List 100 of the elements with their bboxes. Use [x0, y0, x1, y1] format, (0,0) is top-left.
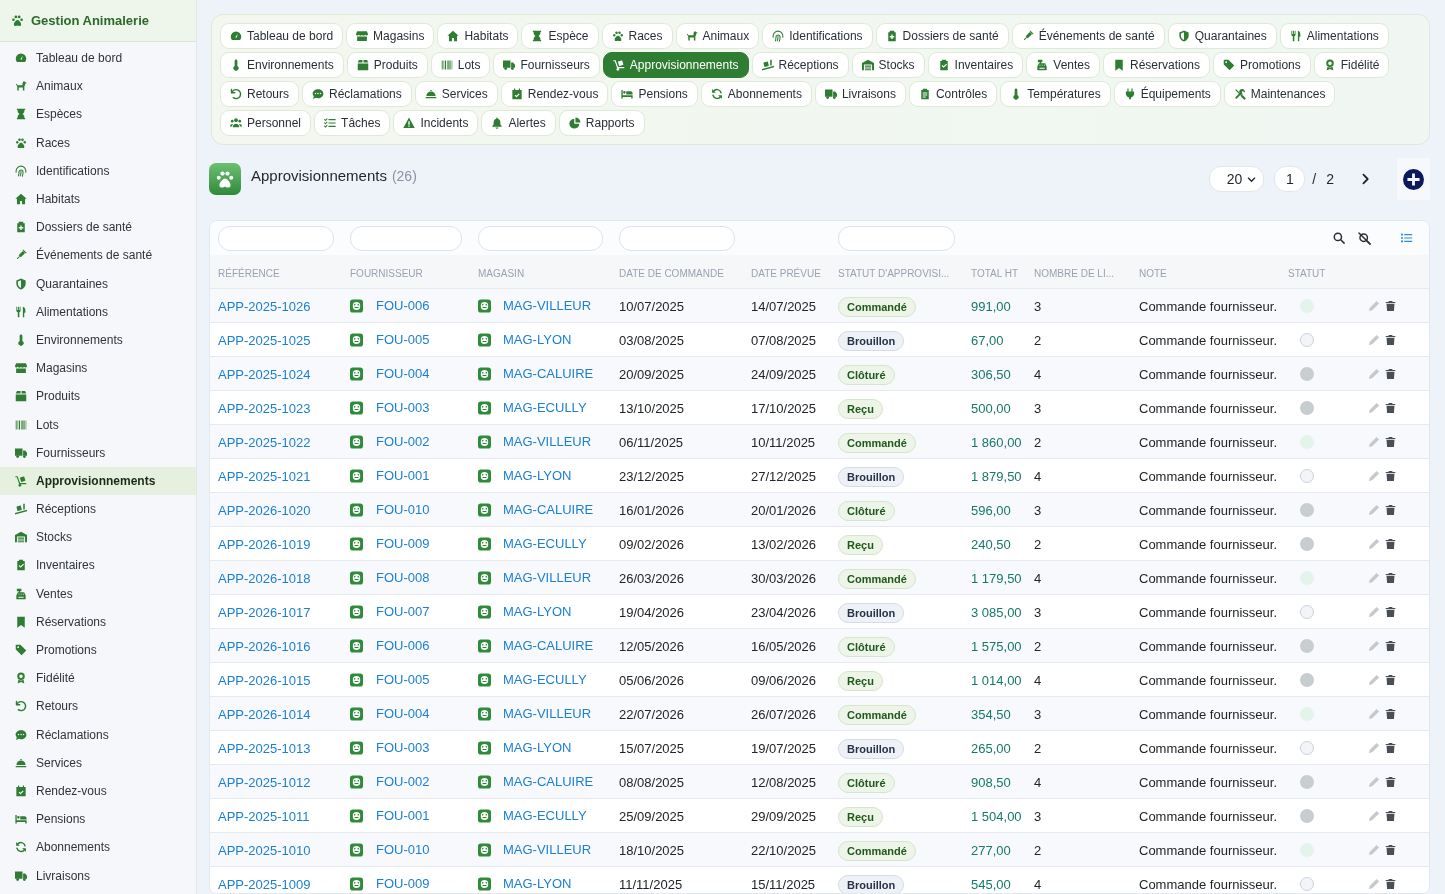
sidebar-item[interactable]: Approvisionnements [0, 466, 196, 495]
trash-icon[interactable] [1385, 605, 1396, 618]
module-tab[interactable]: Tableau de bord [220, 23, 344, 49]
filter-field[interactable] [838, 225, 955, 251]
module-tab[interactable]: Animaux [675, 23, 760, 49]
supplier-link[interactable]: FOU-006 [376, 295, 430, 316]
sidebar-item[interactable]: Pensions [0, 805, 196, 834]
sidebar-item[interactable]: Espèces [0, 100, 196, 129]
sidebar-item[interactable]: Fournisseurs [0, 438, 196, 467]
sidebar-item[interactable]: Retours [0, 692, 196, 721]
trash-icon[interactable] [1385, 435, 1396, 448]
supplier-link[interactable]: FOU-002 [376, 771, 430, 792]
store-link[interactable]: MAG-VILLEUR [503, 295, 592, 316]
reference-link[interactable]: APP-2026-1019 [218, 536, 311, 552]
module-tab[interactable]: Réservations [1103, 52, 1211, 78]
module-tab[interactable]: Espèce [521, 23, 599, 49]
supplier-link[interactable]: FOU-010 [376, 839, 430, 860]
module-tab[interactable]: Services [414, 81, 498, 107]
supplier-link[interactable]: FOU-004 [376, 363, 430, 384]
sidebar-item[interactable]: Réservations [0, 607, 196, 636]
trash-icon[interactable] [1385, 401, 1396, 414]
trash-icon[interactable] [1385, 571, 1396, 584]
sidebar-item[interactable]: Dossiers de santé [0, 213, 196, 242]
filter-field[interactable] [619, 225, 735, 251]
module-tab[interactable]: Environnements [220, 52, 344, 78]
module-tab[interactable]: Races [601, 23, 673, 49]
trash-icon[interactable] [1385, 741, 1396, 754]
supplier-link[interactable]: FOU-008 [376, 567, 430, 588]
sidebar-item[interactable]: Fidélité [0, 664, 196, 693]
module-tab[interactable]: Habitats [437, 23, 519, 49]
filter-field[interactable] [218, 225, 334, 251]
module-tab[interactable]: Ventes [1026, 52, 1100, 78]
supplier-link[interactable]: FOU-005 [376, 669, 430, 690]
trash-icon[interactable] [1385, 367, 1396, 380]
module-tab[interactable]: Événements de santé [1011, 23, 1165, 49]
store-link[interactable]: MAG-ECULLY [503, 669, 587, 690]
module-tab[interactable]: Retours [220, 81, 300, 107]
sidebar-item[interactable]: Stocks [0, 523, 196, 552]
search-icon[interactable] [1333, 232, 1345, 244]
reference-link[interactable]: APP-2026-1020 [218, 502, 311, 518]
supplier-link[interactable]: FOU-001 [376, 465, 430, 486]
sidebar-item[interactable]: Alimentations [0, 297, 196, 326]
sidebar-item[interactable]: Quarantaines [0, 269, 196, 298]
sidebar-item[interactable]: Abonnements [0, 833, 196, 862]
reference-link[interactable]: APP-2025-1024 [218, 366, 311, 382]
filter-field[interactable] [478, 225, 603, 251]
search-off-icon[interactable] [1358, 231, 1371, 245]
module-tab[interactable]: Pensions [611, 81, 698, 107]
supplier-link[interactable]: FOU-003 [376, 397, 430, 418]
trash-icon[interactable] [1385, 707, 1396, 720]
reference-link[interactable]: APP-2025-1023 [218, 400, 311, 416]
trash-icon[interactable] [1385, 537, 1396, 550]
reference-link[interactable]: APP-2026-1016 [218, 638, 311, 654]
supplier-link[interactable]: FOU-009 [376, 533, 430, 554]
trash-icon[interactable] [1385, 639, 1396, 652]
module-tab[interactable]: Températures [1000, 81, 1111, 107]
module-tab[interactable]: Magasins [346, 23, 435, 49]
filter-field[interactable] [350, 225, 462, 251]
supplier-link[interactable]: FOU-001 [376, 805, 430, 826]
sidebar-item[interactable]: Races [0, 128, 196, 157]
sidebar-item[interactable]: Services [0, 748, 196, 777]
trash-icon[interactable] [1385, 673, 1396, 686]
trash-icon[interactable] [1385, 299, 1396, 312]
trash-icon[interactable] [1385, 877, 1396, 890]
store-link[interactable]: MAG-LYON [503, 329, 572, 350]
module-tab[interactable]: Personnel [220, 110, 312, 136]
module-tab[interactable]: Inventaires [927, 52, 1024, 78]
store-link[interactable]: MAG-VILLEUR [503, 703, 592, 724]
module-tab[interactable]: Alertes [481, 110, 556, 136]
reference-link[interactable]: APP-2025-1025 [218, 332, 311, 348]
reference-link[interactable]: APP-2026-1015 [218, 672, 311, 688]
sidebar-item[interactable]: Tableau de bord [0, 44, 196, 73]
module-tab[interactable]: Promotions [1213, 52, 1311, 78]
sidebar-item[interactable]: Environnements [0, 325, 196, 355]
sidebar-item[interactable]: Promotions [0, 635, 196, 665]
module-tab[interactable]: Incidents [393, 110, 479, 136]
module-tab[interactable]: Maintenances [1223, 81, 1336, 107]
trash-icon[interactable] [1385, 503, 1396, 516]
reference-link[interactable]: APP-2026-1018 [218, 570, 311, 586]
store-link[interactable]: MAG-LYON [503, 873, 572, 893]
sidebar-item[interactable]: Animaux [0, 72, 196, 101]
store-link[interactable]: MAG-ECULLY [503, 805, 587, 826]
store-link[interactable]: MAG-LYON [503, 601, 572, 622]
sidebar-item[interactable]: Réclamations [0, 720, 196, 749]
sidebar-item[interactable]: Ventes [0, 579, 196, 608]
module-tab[interactable]: Fournisseurs [493, 52, 600, 78]
store-link[interactable]: MAG-ECULLY [503, 533, 587, 554]
supplier-link[interactable]: FOU-009 [376, 873, 430, 893]
store-link[interactable]: MAG-ECULLY [503, 397, 587, 418]
module-tab[interactable]: Fidélité [1313, 52, 1390, 78]
trash-icon[interactable] [1385, 843, 1396, 856]
sidebar-item[interactable]: Livraisons [0, 861, 196, 890]
store-link[interactable]: MAG-LYON [503, 465, 572, 486]
module-tab[interactable]: Équipements [1113, 81, 1221, 107]
sidebar-item[interactable]: Rendez-vous [0, 776, 196, 806]
reference-link[interactable]: APP-2025-1011 [218, 808, 310, 824]
supplier-link[interactable]: FOU-003 [376, 737, 430, 758]
module-tab[interactable]: Réclamations [302, 81, 412, 107]
reference-link[interactable]: APP-2026-1017 [218, 604, 311, 620]
reference-link[interactable]: APP-2025-1026 [218, 298, 311, 314]
